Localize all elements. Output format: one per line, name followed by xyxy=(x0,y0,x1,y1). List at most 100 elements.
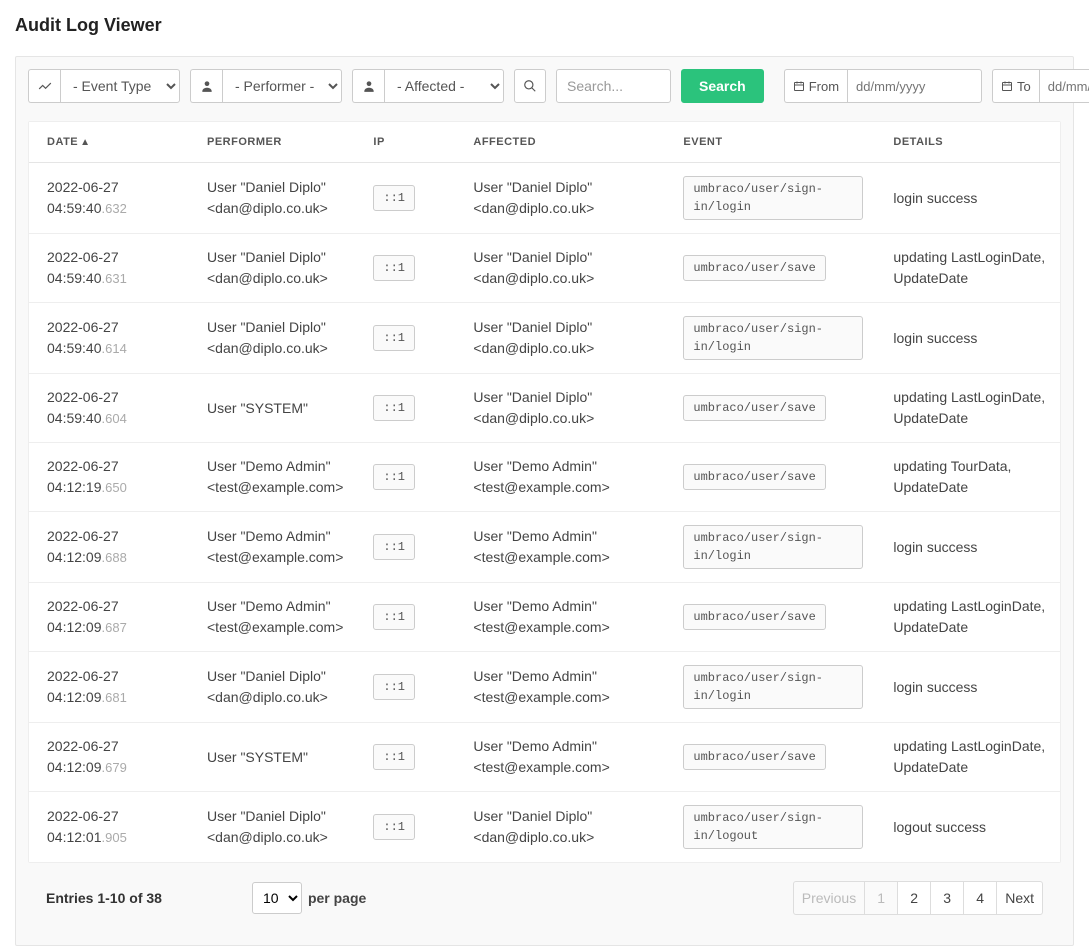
cell-details: updating TourData, UpdateDate xyxy=(875,443,1060,512)
search-input[interactable] xyxy=(556,69,671,103)
cell-event: umbraco/user/save xyxy=(665,723,875,792)
cell-affected: User "Demo Admin" <test@example.com> xyxy=(455,583,665,652)
cell-ip: ::1 xyxy=(355,512,455,583)
to-date-input[interactable] xyxy=(1039,69,1089,103)
cell-ip: ::1 xyxy=(355,652,455,723)
page-button-3[interactable]: 3 xyxy=(930,881,964,915)
affected-icon xyxy=(352,69,384,103)
cell-details: login success xyxy=(875,303,1060,374)
filter-bar: - Event Type - - Performer - - Affected … xyxy=(28,69,1061,103)
cell-date: 2022-06-27 04:12:19.650 xyxy=(29,443,189,512)
entries-summary: Entries 1-10 of 38 xyxy=(46,890,162,906)
col-event[interactable]: EVENT xyxy=(665,122,875,163)
table-row: 2022-06-27 04:59:40.632 User "Daniel Dipl… xyxy=(29,163,1060,234)
performer-icon xyxy=(190,69,222,103)
cell-event: umbraco/user/sign-in/login xyxy=(665,303,875,374)
per-page-select[interactable]: 10 xyxy=(252,882,302,914)
cell-event: umbraco/user/sign-in/login xyxy=(665,652,875,723)
page-button-1[interactable]: 1 xyxy=(864,881,898,915)
cell-event: umbraco/user/sign-in/login xyxy=(665,163,875,234)
table-row: 2022-06-27 04:59:40.631User "Daniel Dipl… xyxy=(29,234,1060,303)
calendar-icon xyxy=(793,80,805,92)
cell-ip: ::1 xyxy=(355,443,455,512)
cell-details: updating LastLoginDate, UpdateDate xyxy=(875,583,1060,652)
cell-details: updating LastLoginDate, UpdateDate xyxy=(875,723,1060,792)
cell-performer: User "Daniel Diplo" <dan@diplo.co.uk> xyxy=(189,234,355,303)
cell-event: umbraco/user/sign-in/login xyxy=(665,512,875,583)
sort-asc-icon: ▲ xyxy=(80,137,90,148)
cell-details: login success xyxy=(875,652,1060,723)
table-row: 2022-06-27 04:59:40.614User "Daniel Dipl… xyxy=(29,303,1060,374)
cell-affected: User "Demo Admin" <test@example.com> xyxy=(455,512,665,583)
col-date[interactable]: DATE▲ xyxy=(29,122,189,163)
cell-event: umbraco/user/save xyxy=(665,443,875,512)
cell-affected: User "Demo Admin" <test@example.com> xyxy=(455,443,665,512)
cell-details: updating LastLoginDate, UpdateDate xyxy=(875,374,1060,443)
log-table: DATE▲ PERFORMER IP AFFECTED EVENT DETAIL… xyxy=(29,122,1060,862)
page-button-2[interactable]: 2 xyxy=(897,881,931,915)
cell-ip: ::1 xyxy=(355,163,455,234)
cell-performer: User "Demo Admin" <test@example.com> xyxy=(189,512,355,583)
cell-affected: User "Daniel Diplo" <dan@diplo.co.uk> xyxy=(455,303,665,374)
cell-ip: ::1 xyxy=(355,303,455,374)
calendar-icon xyxy=(1001,80,1013,92)
table-row: 2022-06-27 04:12:09.679User "SYSTEM"::1U… xyxy=(29,723,1060,792)
table-row: 2022-06-27 04:12:19.650User "Demo Admin"… xyxy=(29,443,1060,512)
cell-affected: User "Daniel Diplo" <dan@diplo.co.uk> xyxy=(455,374,665,443)
per-page-label: per page xyxy=(308,890,366,906)
cell-date: 2022-06-27 04:12:09.679 xyxy=(29,723,189,792)
cell-details: login success xyxy=(875,512,1060,583)
cell-performer: User "Demo Admin" <test@example.com> xyxy=(189,583,355,652)
cell-affected: User "Demo Admin" <test@example.com> xyxy=(455,652,665,723)
pagination: Previous1234Next xyxy=(794,881,1043,915)
event-type-icon xyxy=(28,69,60,103)
cell-date: 2022-06-27 04:59:40.614 xyxy=(29,303,189,374)
event-type-select[interactable]: - Event Type - xyxy=(60,69,180,103)
cell-ip: ::1 xyxy=(355,723,455,792)
cell-performer: User "Demo Admin" <test@example.com> xyxy=(189,443,355,512)
cell-date: 2022-06-27 04:12:09.687 xyxy=(29,583,189,652)
cell-details: login success xyxy=(875,163,1060,234)
cell-ip: ::1 xyxy=(355,583,455,652)
cell-affected: User "Daniel Diplo" <dan@diplo.co.uk> xyxy=(455,234,665,303)
from-label: From xyxy=(784,69,847,103)
cell-ip: ::1 xyxy=(355,792,455,863)
cell-details: updating LastLoginDate, UpdateDate xyxy=(875,234,1060,303)
performer-select[interactable]: - Performer - xyxy=(222,69,342,103)
to-label: To xyxy=(992,69,1039,103)
cell-date: 2022-06-27 04:12:01.905 xyxy=(29,792,189,863)
cell-affected: User "Demo Admin" <test@example.com> xyxy=(455,723,665,792)
cell-event: umbraco/user/sign-in/logout xyxy=(665,792,875,863)
table-row: 2022-06-27 04:12:09.687User "Demo Admin"… xyxy=(29,583,1060,652)
page-title: Audit Log Viewer xyxy=(15,15,1074,36)
cell-date: 2022-06-27 04:59:40.631 xyxy=(29,234,189,303)
search-icon xyxy=(514,69,546,103)
cell-event: umbraco/user/save xyxy=(665,234,875,303)
cell-performer: User "SYSTEM" xyxy=(189,723,355,792)
affected-select[interactable]: - Affected - xyxy=(384,69,504,103)
cell-date: 2022-06-27 04:12:09.688 xyxy=(29,512,189,583)
table-row: 2022-06-27 04:12:09.681User "Daniel Dipl… xyxy=(29,652,1060,723)
prev-button[interactable]: Previous xyxy=(793,881,865,915)
col-details[interactable]: DETAILS xyxy=(875,122,1060,163)
table-row: 2022-06-27 04:12:09.688User "Demo Admin"… xyxy=(29,512,1060,583)
cell-performer: User "Daniel Diplo" <dan@diplo.co.uk> xyxy=(189,792,355,863)
search-button[interactable]: Search xyxy=(681,69,764,103)
cell-affected: User "Daniel Diplo" <dan@diplo.co.uk> xyxy=(455,163,665,234)
cell-performer: User "SYSTEM" xyxy=(189,374,355,443)
col-ip[interactable]: IP xyxy=(355,122,455,163)
cell-event: umbraco/user/save xyxy=(665,374,875,443)
cell-performer: User "Daniel Diplo" <dan@diplo.co.uk> xyxy=(189,303,355,374)
cell-affected: User "Daniel Diplo" <dan@diplo.co.uk> xyxy=(455,792,665,863)
table-row: 2022-06-27 04:59:40.604User "SYSTEM"::1U… xyxy=(29,374,1060,443)
page-button-4[interactable]: 4 xyxy=(963,881,997,915)
cell-date: 2022-06-27 04:59:40.632 xyxy=(29,163,189,234)
col-affected[interactable]: AFFECTED xyxy=(455,122,665,163)
cell-ip: ::1 xyxy=(355,374,455,443)
cell-date: 2022-06-27 04:12:09.681 xyxy=(29,652,189,723)
col-performer[interactable]: PERFORMER xyxy=(189,122,355,163)
cell-event: umbraco/user/save xyxy=(665,583,875,652)
from-date-input[interactable] xyxy=(847,69,982,103)
next-button[interactable]: Next xyxy=(996,881,1043,915)
table-row: 2022-06-27 04:12:01.905User "Daniel Dipl… xyxy=(29,792,1060,863)
